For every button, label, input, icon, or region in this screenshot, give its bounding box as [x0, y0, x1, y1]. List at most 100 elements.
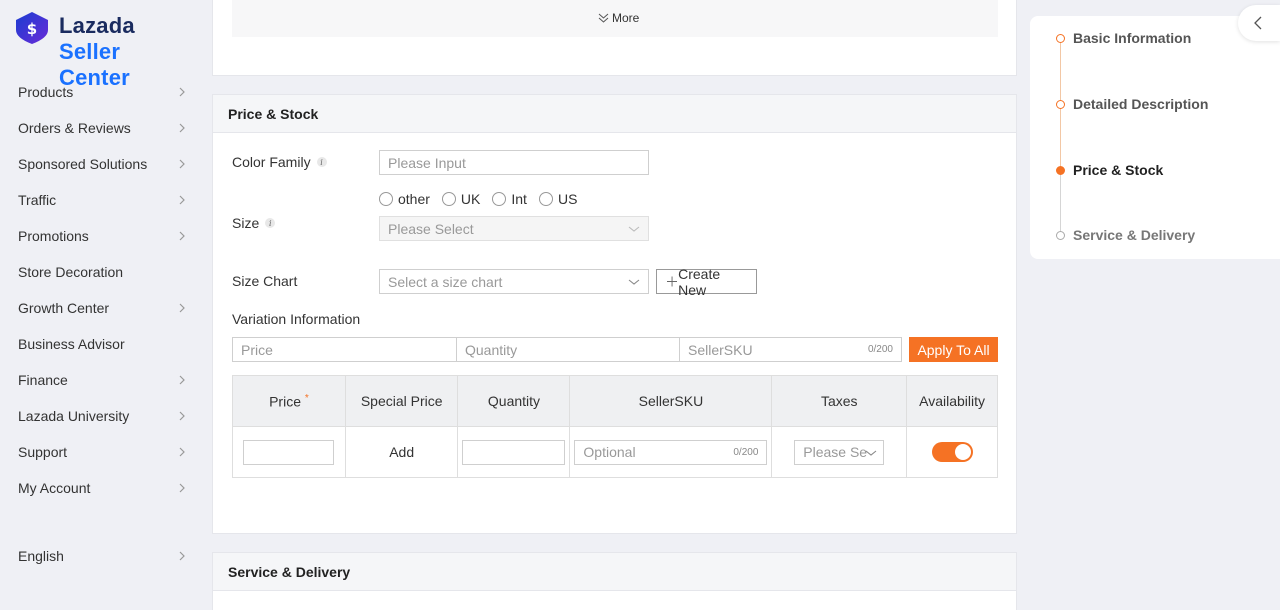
char-counter: 0/200: [867, 344, 893, 355]
table-row: Add Optional 0/200 Please Se: [232, 426, 998, 478]
chevron-right-icon: [179, 303, 185, 313]
step-service-delivery[interactable]: Service & Delivery: [1056, 227, 1195, 243]
sidebar-item-label: Traffic: [18, 192, 57, 208]
steps-panel: Basic Information Detailed Description P…: [1030, 16, 1280, 259]
step-price-stock[interactable]: Price & Stock: [1056, 162, 1163, 178]
color-family-input[interactable]: Please Input: [379, 150, 649, 175]
step-dot: [1056, 230, 1065, 240]
sidebar-item-label: My Account: [18, 480, 91, 496]
step-dot: [1056, 165, 1065, 175]
size-chart-label-text: Size Chart: [232, 273, 298, 289]
sidebar-item-sponsored-solutions[interactable]: Sponsored Solutions: [0, 146, 200, 182]
variation-table: Price * Special Price Quantity SellerSKU…: [232, 375, 998, 478]
more-label: More: [612, 11, 640, 25]
taxes-select[interactable]: Please Se: [794, 439, 885, 465]
color-family-label: Color Family i: [232, 154, 327, 170]
radio-circle[interactable]: [492, 192, 507, 206]
language-switcher[interactable]: English: [0, 538, 200, 574]
radio-label: other: [398, 191, 430, 207]
more-button[interactable]: More: [598, 11, 639, 25]
price-input[interactable]: [243, 439, 335, 465]
bulk-quantity-placeholder: Quantity: [465, 341, 518, 358]
size-chart-select[interactable]: Select a size chart: [379, 269, 649, 294]
toggle-knob: [954, 444, 971, 460]
radio-circle[interactable]: [379, 192, 393, 206]
lazada-heart-logo-icon: $: [16, 12, 48, 44]
sidebar-item-my-account[interactable]: My Account: [0, 470, 200, 506]
step-label: Price & Stock: [1073, 162, 1164, 178]
sidebar-nav: Products Orders & Reviews Sponsored Solu…: [0, 74, 200, 506]
collapse-panel-button[interactable]: [1238, 5, 1280, 41]
char-counter: 0/200: [733, 446, 759, 458]
create-size-chart-button[interactable]: Create New: [656, 266, 757, 298]
special-price-cell: Add: [344, 426, 459, 478]
size-radio-us[interactable]: US: [538, 191, 577, 207]
chevron-down-icon: [628, 279, 640, 285]
color-family-placeholder: Please Input: [388, 154, 466, 171]
radio-circle[interactable]: [441, 192, 456, 206]
size-chart-placeholder: Select a size chart: [388, 273, 503, 290]
sidebar-item-growth-center[interactable]: Growth Center: [0, 290, 200, 326]
chevron-right-icon: [179, 483, 185, 493]
sidebar-item-support[interactable]: Support: [0, 434, 200, 470]
sidebar-item-label: Finance: [18, 372, 68, 388]
sidebar-item-promotions[interactable]: Promotions: [0, 218, 200, 254]
column-header-availability: Availability: [906, 375, 998, 427]
section-title: Service & Delivery: [213, 553, 1016, 591]
step-dot: [1056, 33, 1065, 43]
step-label: Service & Delivery: [1073, 227, 1196, 243]
column-header-price: Price *: [232, 375, 346, 427]
sidebar: $ Lazada Seller Center Products Orders &…: [0, 0, 200, 610]
chevron-right-icon: [179, 87, 185, 97]
svg-text:$: $: [27, 20, 37, 38]
bulk-quantity-input[interactable]: Quantity: [456, 337, 680, 362]
bulk-price-input[interactable]: Price: [232, 337, 457, 362]
size-chart-label: Size Chart: [232, 273, 297, 289]
size-select[interactable]: Please Select: [379, 216, 649, 241]
bulk-price-placeholder: Price: [241, 341, 273, 358]
taxes-placeholder: Please Se: [803, 443, 868, 460]
radio-circle[interactable]: [538, 192, 553, 206]
create-new-label: Create New: [678, 265, 721, 298]
brand-name: Lazada: [59, 13, 135, 38]
bulk-sku-input[interactable]: SellerSKU 0/200: [679, 337, 902, 362]
service-delivery-card: Service & Delivery: [212, 552, 1017, 610]
chevron-right-icon: [179, 411, 185, 421]
sidebar-item-orders-reviews[interactable]: Orders & Reviews: [0, 110, 200, 146]
column-header-quantity: Quantity: [457, 375, 571, 427]
column-header-sellersku: SellerSKU: [569, 375, 773, 427]
step-detailed-description[interactable]: Detailed Description: [1056, 96, 1208, 112]
sidebar-item-finance[interactable]: Finance: [0, 362, 200, 398]
chevron-down-icon: [865, 450, 877, 456]
sidebar-item-label: Support: [18, 444, 68, 460]
apply-to-all-button[interactable]: Apply To All: [909, 337, 998, 362]
sidebar-item-business-advisor[interactable]: Business Advisor: [0, 326, 200, 362]
chevron-left-icon: [1254, 16, 1262, 30]
more-bar: More: [232, 0, 998, 37]
sidebar-item-products[interactable]: Products: [0, 74, 200, 110]
price-stock-card: Price & Stock Color Family i Please Inpu…: [212, 94, 1017, 534]
step-dot: [1056, 99, 1065, 109]
info-icon[interactable]: i: [265, 218, 276, 228]
sidebar-item-traffic[interactable]: Traffic: [0, 182, 200, 218]
lazada-logo[interactable]: $ Lazada Seller Center: [12, 12, 197, 90]
chevron-right-icon: [179, 447, 185, 457]
bulk-sku-placeholder: SellerSKU: [688, 341, 753, 358]
info-icon[interactable]: i: [316, 157, 327, 167]
size-radio-other[interactable]: other: [379, 191, 430, 207]
availability-cell: [906, 426, 998, 478]
sidebar-item-label: Business Advisor: [18, 336, 125, 352]
required-mark: *: [304, 392, 309, 404]
step-basic-information[interactable]: Basic Information: [1056, 30, 1191, 46]
size-radio-uk[interactable]: UK: [441, 191, 480, 207]
size-radio-int[interactable]: Int: [492, 191, 527, 207]
sidebar-item-store-decoration[interactable]: Store Decoration: [0, 254, 200, 290]
chevron-right-icon: [179, 551, 185, 561]
sidebar-item-lazada-university[interactable]: Lazada University: [0, 398, 200, 434]
availability-toggle[interactable]: [931, 442, 973, 462]
add-special-price-link[interactable]: Add: [389, 444, 414, 460]
sellersku-input[interactable]: Optional 0/200: [574, 439, 768, 465]
column-header-special-price: Special Price: [344, 375, 459, 427]
quantity-input[interactable]: [462, 439, 566, 465]
chevron-right-icon: [179, 375, 185, 385]
